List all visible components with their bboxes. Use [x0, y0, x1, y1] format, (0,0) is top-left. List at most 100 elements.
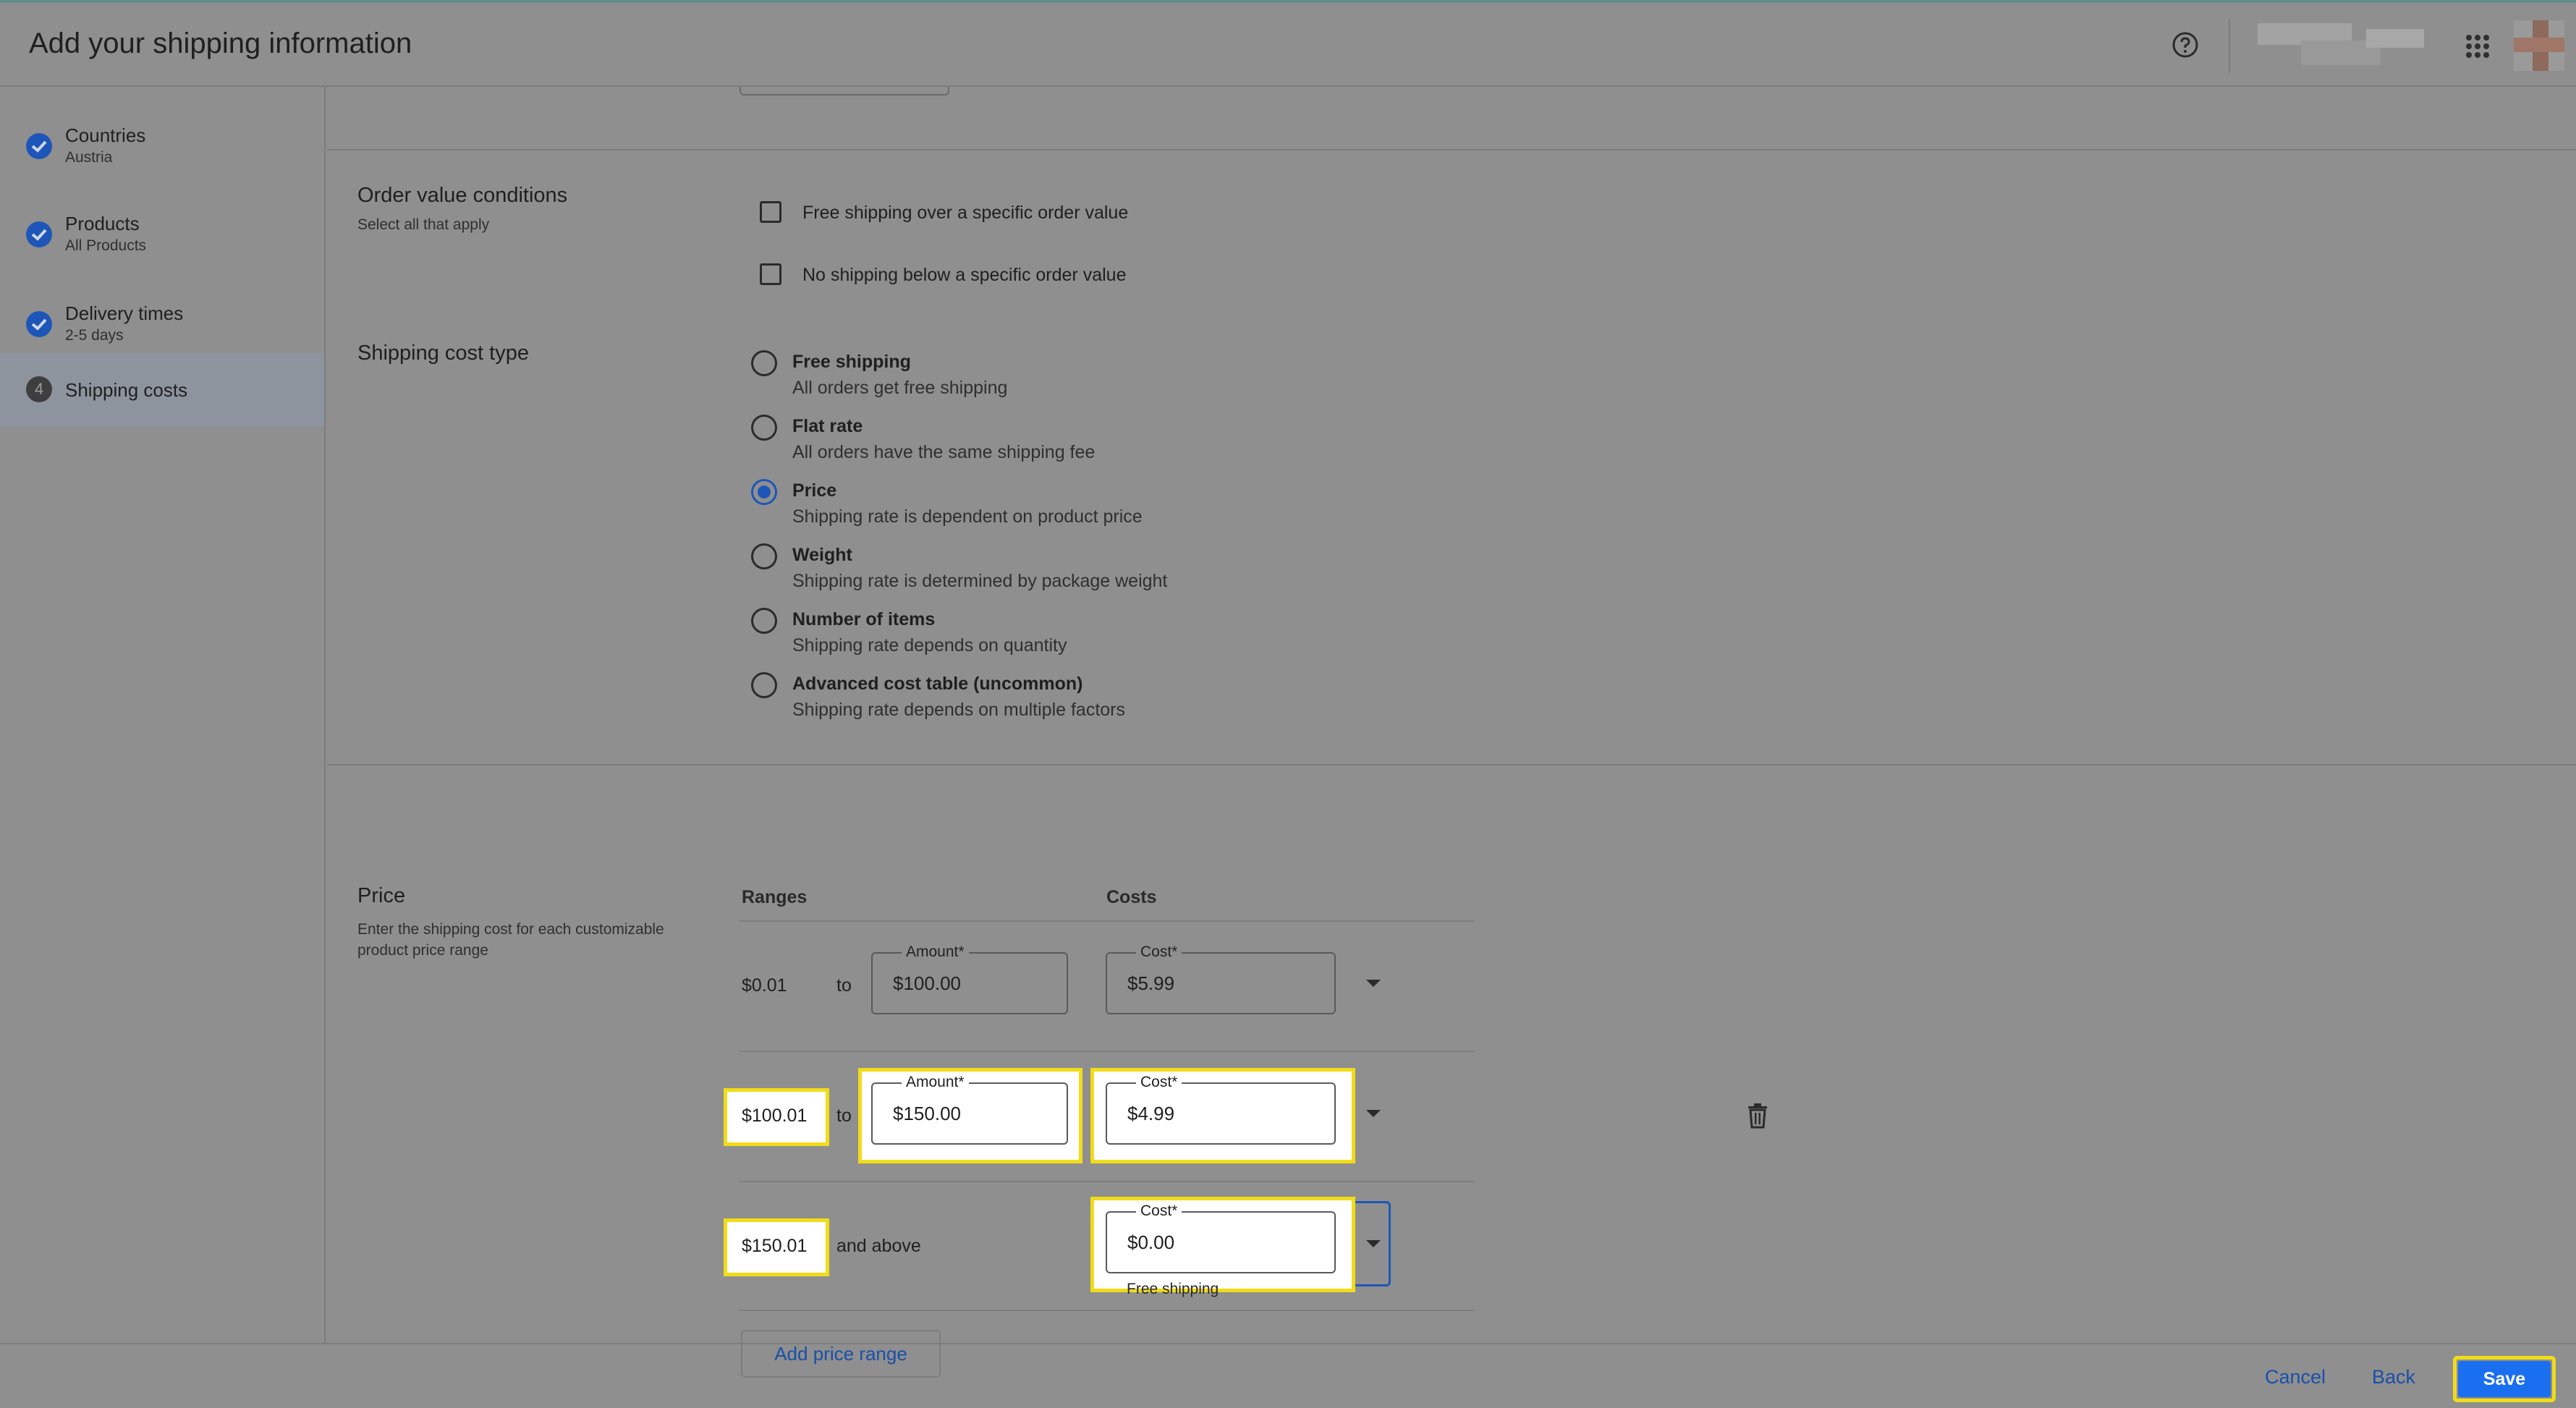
radio-label: Weight: [792, 545, 852, 565]
app-header: Add your shipping information: [0, 3, 2576, 87]
radio-description: All orders have the same shipping fee: [792, 442, 1096, 462]
radio-description: All orders get free shipping: [792, 378, 1008, 398]
table-divider: [740, 920, 1475, 922]
field-value: $100.00: [893, 972, 961, 995]
range-to-text: to: [836, 1106, 852, 1126]
amount-input[interactable]: Amount* $150.00: [871, 1074, 1068, 1145]
currency-prefix: $: [893, 972, 904, 994]
sidebar-item-label: Delivery times: [65, 302, 184, 324]
currency-prefix: $: [893, 1103, 904, 1124]
back-button[interactable]: Back: [2372, 1366, 2415, 1388]
free-shipping-helper-text: Free shipping: [1127, 1281, 1219, 1297]
sidebar-item-sublabel: 2-5 days: [65, 327, 124, 344]
sidebar-item-sublabel: All Products: [65, 237, 147, 254]
cost-type-title: Shipping cost type: [357, 342, 529, 365]
cost-input[interactable]: Cost* $5.99: [1106, 943, 1336, 1014]
price-section-title: Price: [357, 884, 406, 907]
cost-value: 5.99: [1137, 972, 1175, 994]
ranges-column-header: Ranges: [742, 887, 808, 907]
sidebar-item-countries[interactable]: Countries Austria: [0, 104, 324, 177]
previous-input-edge: [740, 87, 949, 96]
cost-dropdown-arrow-icon[interactable]: [1366, 980, 1381, 987]
sidebar-item-shipping-costs[interactable]: 4 Shipping costs: [0, 353, 324, 427]
field-label: Amount*: [902, 1074, 969, 1091]
sidebar-item-label: Countries: [65, 124, 146, 146]
radio-flat-rate[interactable]: [751, 415, 777, 441]
sidebar-item-sublabel: Austria: [65, 149, 113, 166]
radio-label: Number of items: [792, 609, 936, 629]
currency-prefix: $: [1127, 1231, 1138, 1253]
currency-prefix: $: [1127, 1103, 1138, 1124]
no-shipping-below-checkbox[interactable]: [760, 263, 781, 285]
radio-number-of-items[interactable]: [751, 608, 777, 634]
amount-value: 100.00: [903, 972, 961, 994]
cost-dropdown-arrow-icon[interactable]: [1366, 1110, 1381, 1117]
field-value: $5.99: [1127, 972, 1174, 995]
sidebar-item-delivery-times[interactable]: Delivery times 2-5 days: [0, 281, 324, 353]
radio-advanced-cost-table[interactable]: [751, 672, 777, 698]
cost-value: 0.00: [1137, 1231, 1175, 1253]
page-title: Add your shipping information: [29, 27, 412, 59]
radio-weight[interactable]: [751, 543, 777, 569]
field-value: $4.99: [1127, 1103, 1174, 1125]
amount-value: 150.00: [903, 1103, 961, 1124]
step-number-badge: 4: [26, 376, 52, 402]
field-label: Cost*: [1136, 1203, 1182, 1220]
field-label: Cost*: [1136, 1074, 1182, 1091]
amount-input[interactable]: Amount* $100.00: [871, 943, 1068, 1014]
cancel-button[interactable]: Cancel: [2265, 1366, 2326, 1388]
cost-dropdown-arrow-icon[interactable]: [1366, 1240, 1381, 1247]
header-divider: [2229, 19, 2230, 74]
range-from-value: $150.01: [742, 1236, 808, 1256]
radio-description: Shipping rate is dependent on product pr…: [792, 506, 1143, 527]
costs-column-header: Costs: [1106, 887, 1157, 907]
avatar[interactable]: [2514, 20, 2564, 71]
price-section-subtitle-1: Enter the shipping cost for each customi…: [357, 921, 664, 938]
radio-free-shipping[interactable]: [751, 350, 777, 376]
table-divider: [740, 1181, 1475, 1182]
radio-description: Shipping rate is determined by package w…: [792, 571, 1168, 591]
section-divider: [327, 764, 2576, 766]
radio-label: Free shipping: [792, 352, 911, 372]
sidebar-item-label: Products: [65, 213, 140, 234]
sidebar-item-products[interactable]: Products All Products: [0, 192, 324, 265]
radio-label: Price: [792, 480, 837, 501]
currency-prefix: $: [1127, 972, 1138, 994]
order-value-title: Order value conditions: [357, 184, 568, 207]
radio-label: Flat rate: [792, 416, 863, 436]
table-divider: [740, 1310, 1475, 1311]
field-label: Cost*: [1136, 943, 1182, 961]
free-shipping-over-checkbox[interactable]: [760, 201, 781, 223]
steps-sidebar: Countries Austria Products All Products …: [0, 87, 326, 1343]
section-divider: [327, 149, 2576, 150]
field-value: $0.00: [1127, 1231, 1174, 1254]
radio-description: Shipping rate depends on multiple factor…: [792, 700, 1126, 720]
save-highlight: Save: [2453, 1356, 2556, 1402]
footer-bar: Cancel Back Save: [0, 1343, 2576, 1408]
apps-grid-icon[interactable]: [2466, 35, 2489, 58]
radio-label: Advanced cost table (uncommon): [792, 674, 1083, 694]
check-circle-icon: [26, 133, 52, 159]
range-to-text: to: [836, 975, 852, 996]
range-from-value: $0.01: [742, 975, 787, 996]
radio-description: Shipping rate depends on quantity: [792, 635, 1067, 656]
check-circle-icon: [26, 311, 52, 337]
delete-trash-icon[interactable]: [1747, 1103, 1768, 1129]
order-value-subtitle: Select all that apply: [357, 216, 490, 233]
range-and-above-text: and above: [836, 1236, 921, 1256]
cost-input[interactable]: Cost* $4.99: [1106, 1074, 1336, 1145]
checkbox-label: No shipping below a specific order value: [802, 265, 1127, 285]
cost-input[interactable]: Cost* $0.00: [1106, 1203, 1336, 1273]
radio-price[interactable]: [751, 479, 777, 505]
help-icon[interactable]: [2171, 30, 2200, 59]
checkbox-label: Free shipping over a specific order valu…: [802, 203, 1129, 223]
check-circle-icon: [26, 221, 52, 247]
save-button[interactable]: Save: [2458, 1361, 2551, 1397]
price-section-subtitle-2: product price range: [357, 942, 488, 959]
account-name-redacted[interactable]: [2258, 19, 2424, 71]
main-content: Order value conditions Select all that a…: [327, 87, 2576, 1378]
field-value: $150.00: [893, 1103, 961, 1125]
table-divider: [740, 1051, 1475, 1052]
range-from-value: $100.01: [742, 1106, 808, 1126]
cost-value: 4.99: [1137, 1103, 1175, 1124]
